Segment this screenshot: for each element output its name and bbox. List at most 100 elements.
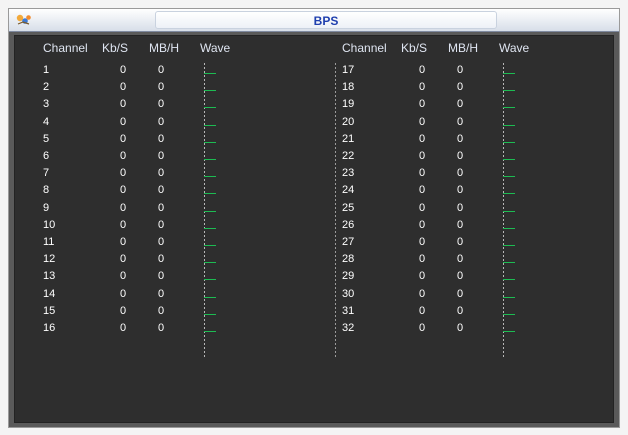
- mbh-value: 0: [457, 218, 464, 231]
- mbh-value: 0: [158, 287, 165, 300]
- channel-number: 5: [43, 132, 50, 145]
- channel-number: 22: [342, 150, 355, 162]
- mbh-value: 0: [158, 132, 165, 145]
- kbs-value: 0: [419, 236, 426, 248]
- mbh-value: 0: [158, 270, 165, 283]
- kbs-value: 0: [419, 115, 426, 128]
- kbs-value: 0: [120, 218, 127, 231]
- wave-bar: [503, 141, 515, 143]
- channel-number: 6: [43, 150, 50, 162]
- bps-window: BPS Channel Kb/S MB/H Wave 1 0 0 2 0 0 3 0 0 4 0 0 5 0 0 6 0…: [8, 8, 620, 428]
- mbh-value: 0: [457, 167, 464, 180]
- wave-bar: [503, 279, 515, 281]
- wave-bar: [204, 227, 216, 229]
- wave-bar: [204, 124, 216, 126]
- channel-number: 27: [342, 236, 355, 248]
- kbs-value: 0: [120, 236, 127, 248]
- kbs-header: Kb/S: [102, 41, 129, 55]
- wave-bar: [204, 262, 216, 264]
- channel-number: 32: [342, 322, 355, 334]
- kbs-value: 0: [120, 167, 127, 180]
- wave-bar: [204, 141, 216, 143]
- mbh-value: 0: [158, 253, 165, 266]
- mbh-value: 0: [158, 167, 165, 180]
- channel-number: 7: [43, 167, 50, 180]
- left-panel: Channel Kb/S MB/H Wave 1 0 0 2 0 0 3 0 0 4 0 0 5 0 0 6 0 0 7 0 0…: [43, 41, 283, 361]
- mbh-value: 0: [457, 81, 464, 94]
- mbh-header: MB/H: [448, 41, 478, 55]
- mbh-value: 0: [457, 287, 464, 300]
- mbh-value: 0: [457, 98, 464, 111]
- channel-header: Channel: [43, 41, 88, 55]
- kbs-value: 0: [419, 253, 426, 266]
- wave-bar: [503, 210, 515, 212]
- kbs-value: 0: [120, 304, 127, 317]
- title-bar: BPS: [9, 9, 619, 32]
- kbs-value: 0: [120, 132, 127, 145]
- wave-bar: [204, 193, 216, 195]
- mbh-value: 0: [158, 201, 165, 214]
- kbs-value: 0: [419, 150, 426, 162]
- mbh-value: 0: [457, 132, 464, 145]
- wave-bar: [204, 331, 216, 332]
- mbh-value: 0: [457, 270, 464, 283]
- wave-bar: [503, 124, 515, 126]
- mbh-value: 0: [158, 64, 165, 76]
- wave-bar: [503, 176, 515, 178]
- kbs-value: 0: [120, 64, 127, 76]
- channel-number: 11: [43, 236, 55, 248]
- mbh-value: 0: [158, 184, 165, 197]
- channel-number: 13: [43, 270, 56, 283]
- channel-number: 30: [342, 287, 355, 300]
- channel-number: 28: [342, 253, 355, 266]
- mbh-value: 0: [457, 201, 464, 214]
- kbs-value: 0: [419, 304, 426, 317]
- mbh-value: 0: [457, 115, 464, 128]
- mbh-value: 0: [158, 150, 165, 162]
- kbs-value: 0: [419, 287, 426, 300]
- mbh-value: 0: [457, 150, 464, 162]
- wave-bar: [503, 227, 515, 229]
- channel-header: Channel: [342, 41, 387, 55]
- channel-number: 3: [43, 98, 50, 111]
- mbh-value: 0: [158, 304, 165, 317]
- mbh-value: 0: [158, 98, 165, 111]
- kbs-value: 0: [419, 201, 426, 214]
- wave-bar: [503, 90, 515, 92]
- channel-number: 15: [43, 304, 56, 317]
- kbs-value: 0: [120, 322, 127, 334]
- wave-header: Wave: [200, 41, 231, 55]
- channel-number: 12: [43, 253, 56, 266]
- window-title: BPS: [313, 14, 339, 28]
- mbh-value: 0: [457, 304, 464, 317]
- mbh-value: 0: [158, 81, 165, 94]
- wave-bar: [204, 210, 216, 212]
- mbh-value: 0: [457, 322, 464, 334]
- channel-number: 16: [43, 322, 56, 334]
- wave-meter: [503, 63, 521, 358]
- kbs-value: 0: [120, 81, 127, 94]
- kbs-value: 0: [419, 64, 426, 76]
- channel-number: 23: [342, 167, 355, 180]
- wave-bar: [204, 73, 216, 74]
- kbs-value: 0: [120, 253, 127, 266]
- wave-bar: [503, 296, 515, 298]
- mbh-value: 0: [457, 236, 464, 248]
- kbs-value: 0: [120, 150, 127, 162]
- channel-number: 29: [342, 270, 355, 283]
- kbs-value: 0: [419, 167, 426, 180]
- bps-content: Channel Kb/S MB/H Wave 1 0 0 2 0 0 3 0 0 4 0 0 5 0 0 6 0 0 7 0 0…: [14, 35, 614, 423]
- wave-bar: [204, 313, 216, 315]
- kbs-value: 0: [120, 184, 127, 197]
- kbs-value: 0: [120, 98, 127, 111]
- channel-number: 21: [342, 132, 355, 145]
- channel-number: 25: [342, 201, 355, 214]
- mbh-value: 0: [457, 184, 464, 197]
- wave-meter: [204, 63, 222, 358]
- wave-bar: [503, 331, 515, 332]
- channel-number: 17: [342, 64, 355, 76]
- mbh-value: 0: [158, 115, 165, 128]
- channel-number: 26: [342, 218, 355, 231]
- channel-number: 14: [43, 287, 56, 300]
- wave-bar: [503, 245, 515, 246]
